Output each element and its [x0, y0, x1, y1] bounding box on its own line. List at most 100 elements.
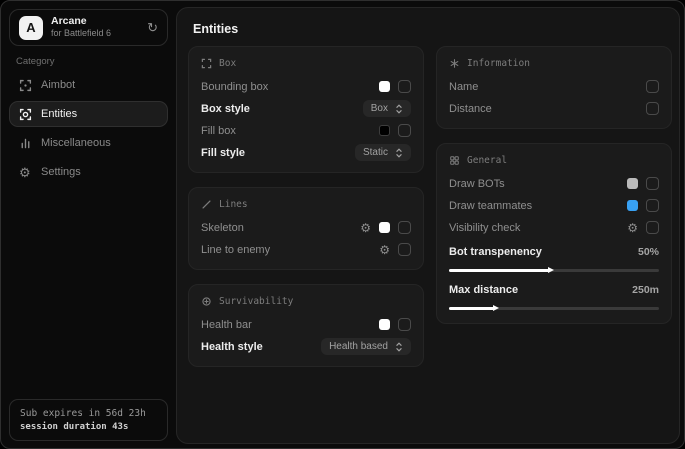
draw-teammates-row: Draw teammates — [449, 197, 659, 214]
max-distance-group: Max distance 250m — [449, 279, 659, 312]
left-column: Box Bounding box Box style Box — [188, 46, 424, 367]
bot-transparency-value: 50% — [638, 246, 659, 258]
line-to-enemy-controls: ⚙ — [379, 243, 411, 256]
category-label: Category — [16, 56, 55, 67]
box-brackets-icon — [201, 58, 212, 69]
crosshair-icon — [19, 79, 32, 92]
chevron-up-down-icon — [395, 104, 403, 114]
line-to-enemy-label: Line to enemy — [201, 244, 270, 256]
lines-card-header: Lines — [201, 197, 411, 211]
fill-box-controls — [379, 124, 411, 137]
grid-icon — [449, 155, 460, 166]
sidebar-item-settings[interactable]: ⚙ Settings — [9, 159, 168, 185]
skeleton-checkbox[interactable] — [398, 221, 411, 234]
fill-box-row: Fill box — [201, 122, 411, 139]
health-style-row: Health style Health based — [201, 338, 411, 355]
sidebar-item-entities[interactable]: Entities — [9, 101, 168, 127]
box-style-value: Box — [371, 103, 388, 114]
draw-bots-color-swatch[interactable] — [627, 178, 638, 189]
bounding-box-row: Bounding box — [201, 78, 411, 95]
sync-icon[interactable]: ↻ — [147, 20, 158, 36]
skeleton-color-swatch[interactable] — [379, 222, 390, 233]
health-bar-controls — [379, 318, 411, 331]
max-distance-label: Max distance — [449, 284, 518, 296]
general-card-title: General — [467, 155, 507, 166]
session-duration-text: session duration 43s — [20, 421, 157, 434]
health-bar-label: Health bar — [201, 319, 252, 331]
draw-teammates-checkbox[interactable] — [646, 199, 659, 212]
name-row: Name — [449, 78, 659, 95]
brand-card: A Arcane for Battlefield 6 ↻ — [9, 9, 168, 46]
main-panel: Entities Box Bounding box — [176, 7, 680, 444]
survivability-card: Survivability Health bar Health style He… — [188, 284, 424, 367]
line-to-enemy-config-gear-icon[interactable]: ⚙ — [379, 244, 390, 256]
box-card-header: Box — [201, 56, 411, 70]
information-card: Information Name Distance — [436, 46, 672, 129]
chevron-up-down-icon — [395, 342, 403, 352]
page-title: Entities — [193, 22, 238, 36]
entities-icon — [19, 108, 32, 121]
distance-row: Distance — [449, 100, 659, 117]
brand-text: Arcane for Battlefield 6 — [51, 15, 111, 39]
sidebar-nav: Aimbot Entities Miscellaneous — [9, 72, 168, 185]
name-label: Name — [449, 81, 478, 93]
distance-controls — [646, 102, 659, 115]
bot-transparency-group: Bot transpenency 50% — [449, 241, 659, 274]
slider-thumb[interactable] — [548, 267, 554, 273]
health-bar-color-swatch[interactable] — [379, 319, 390, 330]
distance-checkbox[interactable] — [646, 102, 659, 115]
bot-transparency-label: Bot transpenency — [449, 246, 542, 258]
sidebar-item-label: Settings — [41, 166, 81, 178]
fill-box-checkbox[interactable] — [398, 124, 411, 137]
bounding-box-color-swatch[interactable] — [379, 81, 390, 92]
fill-box-label: Fill box — [201, 125, 236, 137]
draw-bots-checkbox[interactable] — [646, 177, 659, 190]
sidebar-item-miscellaneous[interactable]: Miscellaneous — [9, 130, 168, 156]
visibility-check-label: Visibility check — [449, 222, 520, 234]
arcane-logo: A — [19, 16, 43, 40]
sub-expiry-text: Sub expires in 56d 23h — [20, 406, 157, 421]
slider-fill — [449, 269, 550, 272]
lines-card: Lines Skeleton ⚙ Line to enemy ⚙ — [188, 187, 424, 270]
box-style-row: Box style Box — [201, 100, 411, 117]
arcane-window: A Arcane for Battlefield 6 ↻ Category Ai… — [0, 0, 685, 449]
bot-transparency-slider[interactable] — [449, 267, 659, 274]
skeleton-controls: ⚙ — [360, 221, 411, 234]
visibility-check-row: Visibility check ⚙ — [449, 219, 659, 236]
box-card-title: Box — [219, 58, 236, 69]
session-card: Sub expires in 56d 23h session duration … — [9, 399, 168, 441]
visibility-check-config-gear-icon[interactable]: ⚙ — [627, 222, 638, 234]
draw-teammates-controls — [627, 199, 659, 212]
bars-icon — [19, 137, 32, 150]
slider-fill — [449, 307, 495, 310]
draw-teammates-color-swatch[interactable] — [627, 200, 638, 211]
fill-box-color-swatch[interactable] — [379, 125, 390, 136]
name-checkbox[interactable] — [646, 80, 659, 93]
max-distance-value: 250m — [632, 284, 659, 296]
visibility-check-controls: ⚙ — [627, 221, 659, 234]
line-to-enemy-checkbox[interactable] — [398, 243, 411, 256]
general-card: General Draw BOTs Draw teammates — [436, 143, 672, 324]
bounding-box-checkbox[interactable] — [398, 80, 411, 93]
health-style-dropdown[interactable]: Health based — [321, 338, 411, 355]
bounding-box-label: Bounding box — [201, 81, 268, 93]
box-style-dropdown[interactable]: Box — [363, 100, 411, 117]
draw-bots-row: Draw BOTs — [449, 175, 659, 192]
slider-thumb[interactable] — [493, 305, 499, 311]
sidebar-item-aimbot[interactable]: Aimbot — [9, 72, 168, 98]
line-icon — [201, 199, 212, 210]
gear-icon: ⚙ — [19, 166, 32, 179]
fill-style-dropdown[interactable]: Static — [355, 144, 411, 161]
skeleton-row: Skeleton ⚙ — [201, 219, 411, 236]
draw-bots-label: Draw BOTs — [449, 178, 505, 190]
skeleton-config-gear-icon[interactable]: ⚙ — [360, 222, 371, 234]
bounding-box-controls — [379, 80, 411, 93]
max-distance-slider[interactable] — [449, 305, 659, 312]
distance-label: Distance — [449, 103, 492, 115]
right-column: Information Name Distance — [436, 46, 672, 324]
asterisk-icon — [449, 58, 460, 69]
information-card-header: Information — [449, 56, 659, 70]
general-card-header: General — [449, 153, 659, 167]
visibility-check-checkbox[interactable] — [646, 221, 659, 234]
health-bar-checkbox[interactable] — [398, 318, 411, 331]
